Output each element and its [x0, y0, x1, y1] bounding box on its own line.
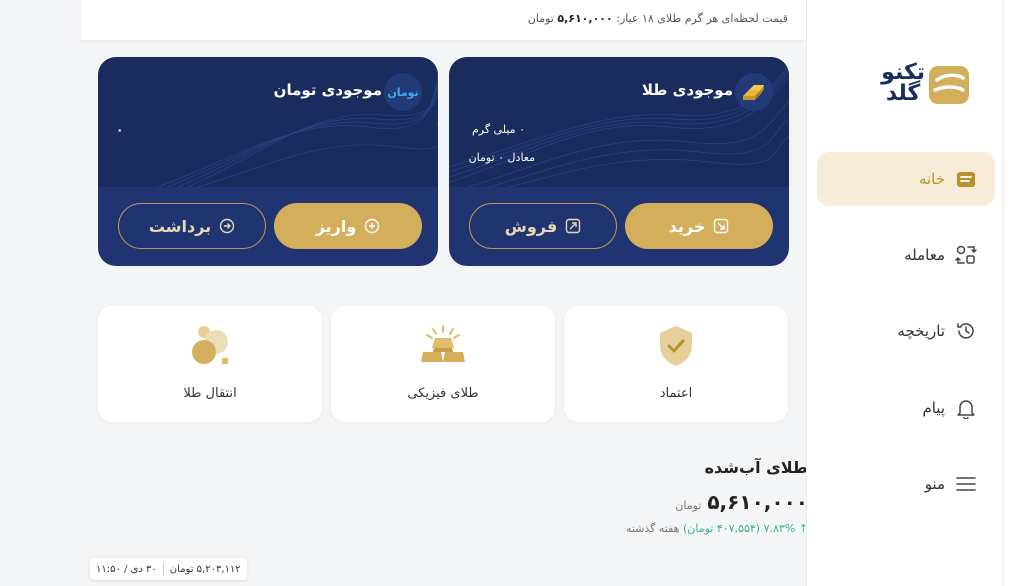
- gold-market-title: طلای آب‌شده: [704, 458, 808, 477]
- gold-market-change: ↑ ۷.۸۳% (۴۰۷,۵۵۴ تومان) هفته گذشته: [626, 522, 808, 535]
- toman-balance: ۰: [116, 123, 124, 137]
- feature-trust[interactable]: اعتماد: [564, 306, 788, 422]
- gold-bars-icon: [421, 325, 465, 362]
- sidebar: تکنو گلد خانه معامله تاریخچه پیام منو: [806, 0, 1004, 586]
- history-icon: [957, 323, 974, 339]
- gold-market-period: هفته گذشته: [625, 522, 680, 535]
- gold-amount: ۰ میلی گرم: [471, 123, 525, 136]
- withdraw-button-label: برداشت: [148, 216, 212, 236]
- toman-card-header: تومان موجودی تومان ۰: [98, 57, 438, 187]
- deposit-button-label: واریز: [315, 216, 357, 236]
- toman-badge: تومان: [384, 73, 422, 111]
- sell-button-label: فروش: [504, 216, 558, 236]
- buy-button-label: خرید: [668, 216, 706, 236]
- coins-transfer-icon: [192, 326, 228, 364]
- gold-bar-badge: [735, 73, 773, 111]
- gold-market-price: ۵,۶۱۰,۰۰۰ تومان: [675, 490, 808, 514]
- gold-equivalent: معادل ۰ تومان: [468, 151, 535, 164]
- tooltip-value: ۵,۲۰۳,۱۱۲ تومان: [169, 563, 241, 575]
- sidebar-item-history[interactable]: تاریخچه: [817, 304, 995, 358]
- bell-icon: [957, 400, 975, 419]
- brand-logo[interactable]: تکنو گلد: [859, 62, 979, 108]
- live-price-value: ۵,۶۱۰,۰۰۰: [557, 12, 613, 25]
- sell-icon: [566, 218, 581, 234]
- arrow-circle-icon: [219, 218, 235, 234]
- menu-icon: [956, 477, 976, 491]
- live-price-unit: تومان: [527, 12, 554, 25]
- toman-card-title: موجودی تومان: [273, 81, 382, 99]
- logo-mark-icon: [929, 66, 969, 104]
- gold-bar-icon: [743, 85, 764, 100]
- toman-balance-card: تومان موجودی تومان ۰ واریز برداشت: [98, 57, 438, 266]
- sidebar-item-label: معامله: [904, 246, 945, 264]
- toman-badge-text: تومان: [387, 85, 419, 99]
- sidebar-item-label: خانه: [918, 170, 945, 188]
- sidebar-item-menu[interactable]: منو: [817, 457, 995, 511]
- sidebar-item-label: منو: [924, 475, 945, 493]
- logo-text-top: تکنو: [881, 60, 925, 85]
- gold-market-price-value: ۵,۶۱۰,۰۰۰: [707, 490, 808, 514]
- sidebar-item-messages[interactable]: پیام: [817, 381, 995, 435]
- sidebar-item-trade[interactable]: معامله: [817, 228, 995, 282]
- buy-button[interactable]: خرید: [625, 203, 773, 249]
- gold-market-change-value: ↑ ۷.۸۳% (۴۰۷,۵۵۴ تومان): [682, 522, 808, 535]
- gold-card-header: موجودی طلا ۰ میلی گرم معادل ۰ تومان: [449, 57, 789, 187]
- sidebar-item-home[interactable]: خانه: [817, 152, 995, 206]
- gold-market-price-unit: تومان: [675, 499, 702, 512]
- wave-pattern: [449, 64, 789, 187]
- feature-gold-transfer[interactable]: انتقال طلا: [98, 306, 322, 422]
- feature-physical-gold[interactable]: طلای فیزیکی: [331, 306, 555, 422]
- top-bar: قیمت لحظه‌ای هر گرم طلای ۱۸ عیار: ۵,۶۱۰,…: [81, 0, 806, 40]
- window-edge: [1004, 0, 1024, 586]
- gold-card-title: موجودی طلا: [641, 81, 733, 99]
- tooltip-divider: [162, 562, 164, 576]
- gold-balance-card: موجودی طلا ۰ میلی گرم معادل ۰ تومان خرید…: [449, 57, 789, 266]
- sell-button[interactable]: فروش: [469, 203, 617, 249]
- withdraw-button[interactable]: برداشت: [118, 203, 266, 249]
- sidebar-item-label: تاریخچه: [897, 322, 945, 340]
- feature-gold-transfer-label: انتقال طلا: [183, 386, 237, 401]
- live-price-line: قیمت لحظه‌ای هر گرم طلای ۱۸ عیار: ۵,۶۱۰,…: [528, 12, 788, 25]
- sidebar-item-label: پیام: [922, 399, 945, 417]
- live-price-label: قیمت لحظه‌ای هر گرم طلای ۱۸ عیار:: [616, 12, 788, 25]
- buy-icon: [714, 218, 729, 234]
- wallet-icon: [957, 172, 975, 187]
- shield-check-icon: [660, 326, 692, 366]
- tooltip-date: ۳۰ دی / ۱۱:۵۰: [96, 563, 157, 575]
- wave-pattern: [157, 74, 438, 187]
- chart-tooltip: ۵,۲۰۳,۱۱۲ تومان ۳۰ دی / ۱۱:۵۰: [90, 558, 247, 580]
- deposit-button[interactable]: واریز: [274, 203, 422, 249]
- logo-text-bottom: گلد: [885, 81, 921, 106]
- logo-text: تکنو گلد: [881, 60, 925, 106]
- feature-physical-gold-label: طلای فیزیکی: [407, 386, 479, 401]
- feature-trust-label: اعتماد: [659, 386, 693, 401]
- exchange-icon: [955, 245, 977, 264]
- plus-circle-icon: [365, 218, 380, 234]
